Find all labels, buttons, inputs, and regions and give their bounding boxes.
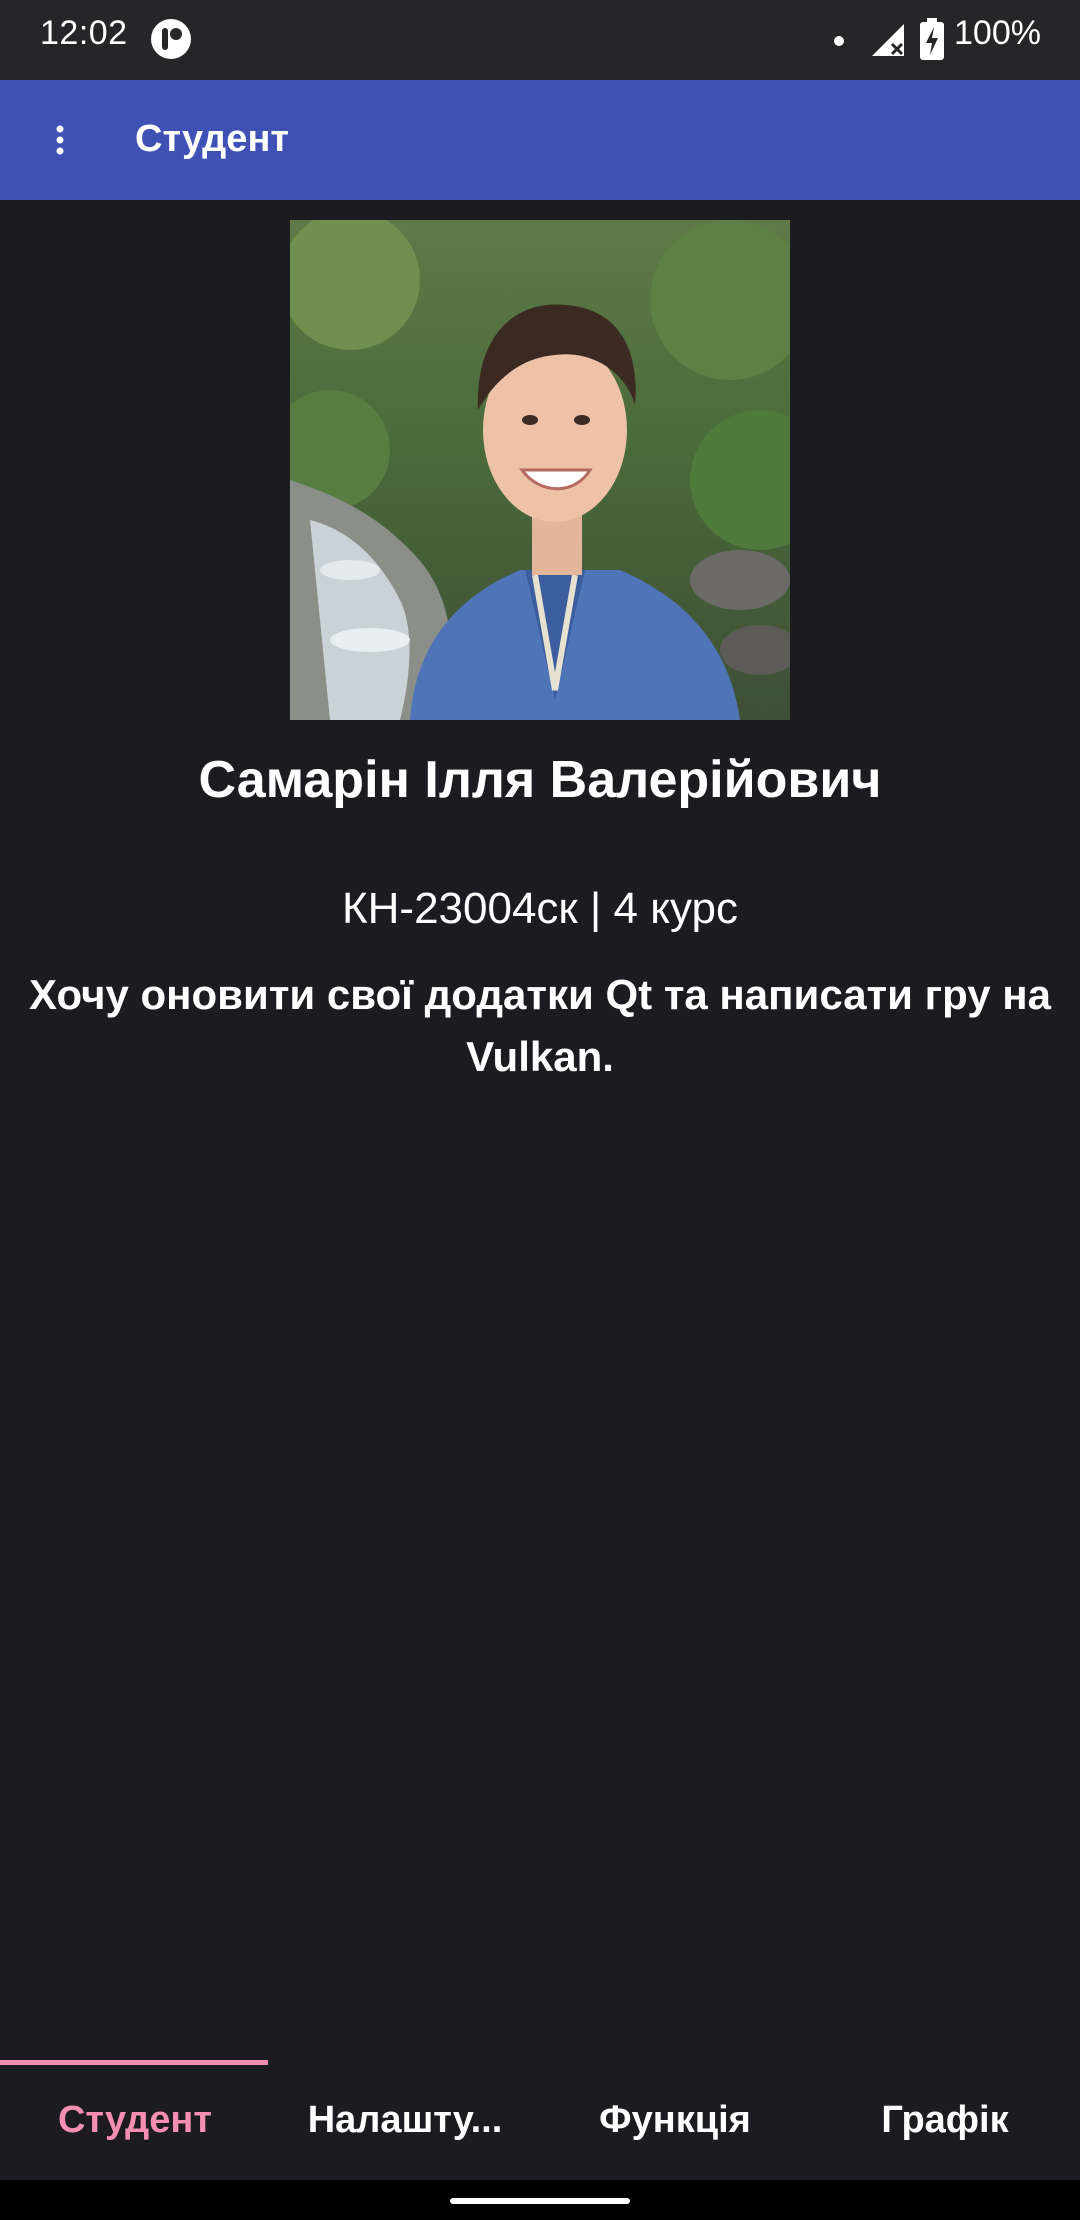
app-notification-icon (150, 18, 192, 60)
app-bar: Студент (0, 80, 1080, 200)
screen: 12:02 100% Студент Самарін Ілля Валерійо… (0, 0, 1080, 2220)
battery-charging-icon (920, 18, 944, 60)
system-nav-bar (0, 2180, 1080, 2220)
tab-graph[interactable]: Графік (810, 2060, 1080, 2180)
bottom-tab-bar: Студент Налашту... Функція Графік (0, 2060, 1080, 2180)
page-title: Студент (135, 118, 290, 160)
student-group: КН-23004ск | 4 курс (342, 884, 738, 933)
student-name: Самарін Ілля Валерійович (198, 751, 882, 809)
tab-settings[interactable]: Налашту... (270, 2060, 540, 2180)
tab-function[interactable]: Функція (540, 2060, 810, 2180)
gesture-handle[interactable] (450, 2198, 630, 2204)
signal-icon (870, 22, 906, 58)
student-portrait-photo (290, 220, 790, 720)
status-time: 12:02 (40, 14, 128, 52)
status-bar: 12:02 100% (0, 0, 1080, 80)
notification-dot-icon (834, 36, 844, 46)
tab-student[interactable]: Студент (0, 2060, 270, 2180)
more-vertical-icon[interactable] (30, 110, 90, 170)
battery-percentage: 100% (954, 14, 1041, 52)
student-goal: Хочу оновити свої додатки Qt та написати… (29, 971, 1051, 1080)
